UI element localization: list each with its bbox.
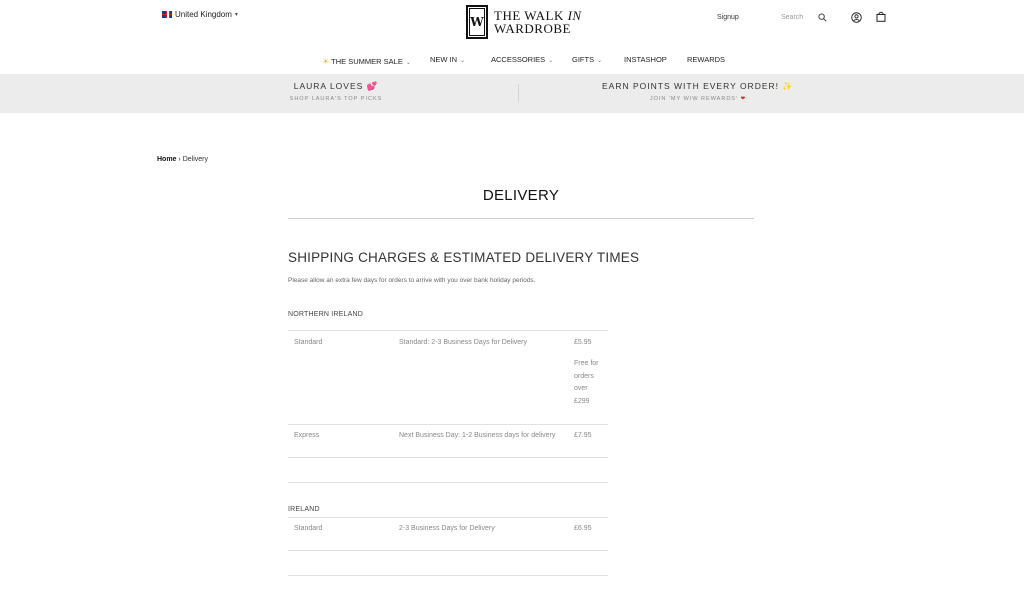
shopping-bag-icon[interactable] [876,11,886,22]
logo-mark: W [466,5,488,39]
breadcrumb-separator: › [178,156,181,163]
country-label: United Kingdom [175,10,232,19]
shipping-method: Standard [294,525,323,532]
shipping-method: Express [294,432,320,439]
logo-text: THE WALK IN WARDROBE [494,8,582,36]
site-header: United Kingdom ▾ W THE WALK IN WARDROBE … [0,0,1024,74]
delivery-time: 2-3 Business Days for Delivery [399,525,495,532]
site-logo[interactable]: W THE WALK IN WARDROBE [466,5,582,39]
chevron-down-icon: ⌄ [460,58,466,64]
search-icon[interactable] [818,13,827,22]
nav-item-instashop[interactable]: INSTASHOP [624,55,667,64]
main-nav: ☀ THE SUMMER SALE ⌄ NEW IN ⌄ ACCESSORIES ⌄ G… [0,55,1024,69]
table-rule [288,424,608,425]
delivery-time: Standard: 2-3 Business Days for Delivery [399,339,527,346]
shipping-price: £6.95 [574,525,592,532]
chevron-down-icon: ⌄ [405,60,411,66]
nav-item-rewards[interactable]: REWARDS [687,55,725,64]
promo-rewards[interactable]: EARN POINTS WITH EVERY ORDER! ✨ JOIN 'MY… [598,81,798,102]
shipping-method: Standard [294,339,323,346]
shipping-price: £7.95 [574,432,592,439]
nav-item-summer-sale[interactable]: ☀ THE SUMMER SALE ⌄ [322,57,411,66]
nav-item-gifts[interactable]: GIFTS ⌄ [572,55,602,64]
chevron-down-icon: ⌄ [548,58,554,64]
nav-item-new-in[interactable]: NEW IN ⌄ [430,55,465,64]
country-selector[interactable]: United Kingdom ▾ [162,10,238,19]
breadcrumb: Home › Delivery [157,156,208,163]
page-title: DELIVERY [482,187,560,204]
sparkle-icon: ✨ [782,81,794,91]
shipping-price: £5.95 [574,339,592,346]
table-rule [288,330,608,331]
sun-icon: ☀ [322,57,330,66]
promo-title: EARN POINTS WITH EVERY ORDER! [602,81,780,91]
nav-item-accessories[interactable]: ACCESSORIES ⌄ [491,55,553,64]
holiday-note: Please allow an extra few days for order… [288,277,536,284]
signup-link[interactable]: Signup [717,14,739,21]
divider [288,218,754,219]
table-rule [288,550,608,551]
promo-subtitle: JOIN 'MY WIW REWARDS' [649,96,739,102]
breadcrumb-current: Delivery [182,156,208,163]
promo-laura-loves[interactable]: LAURA LOVES 💕 SHOP LAURA'S TOP PICKS [236,81,436,102]
promo-subtitle: SHOP LAURA'S TOP PICKS [289,96,383,102]
uk-flag-icon [162,11,172,18]
table-rule [288,517,608,518]
chevron-down-icon: ▾ [234,12,238,18]
table-rule [288,575,608,576]
region-heading: NORTHERN IRELAND [288,311,364,318]
heart-icon: 💕 [366,81,379,91]
region-heading: IRELAND [288,506,320,513]
chevron-down-icon: ⌄ [597,58,603,64]
divider [518,84,519,102]
promo-bar: LAURA LOVES 💕 SHOP LAURA'S TOP PICKS EAR… [0,74,1024,113]
delivery-time: Next Business Day: 1-2 Business days for… [399,432,556,439]
section-heading: SHIPPING CHARGES & ESTIMATED DELIVERY TI… [288,250,640,265]
promo-title: LAURA LOVES [293,81,364,91]
heart-icon: ❤ [740,96,747,102]
free-shipping-note: Free for orders over £299 [574,360,599,405]
table-rule [288,482,608,483]
breadcrumb-home-link[interactable]: Home [157,156,176,163]
account-icon[interactable] [851,12,862,23]
table-rule [288,457,608,458]
search-input[interactable]: Search [781,14,803,21]
